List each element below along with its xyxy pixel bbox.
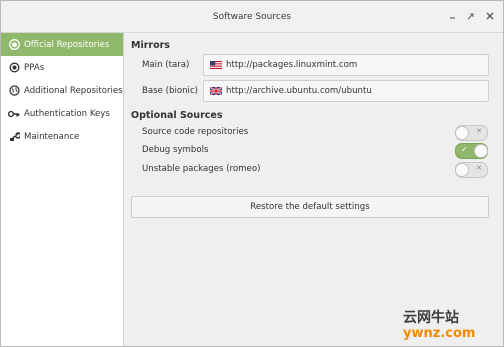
sidebar-item-label: Maintenance <box>24 131 80 142</box>
sidebar: Official Repositories PPAs Additional Re… <box>1 33 124 346</box>
sidebar-item-maintenance[interactable]: Maintenance <box>1 125 123 148</box>
toggle-knob <box>455 126 469 140</box>
sidebar-item-label: Additional Repositories <box>24 85 123 96</box>
sidebar-item-official-repositories[interactable]: Official Repositories <box>1 33 123 56</box>
sidebar-item-authentication-keys[interactable]: Authentication Keys <box>1 102 123 125</box>
title-bar[interactable]: Software Sources <box>1 1 503 33</box>
radio-icon <box>7 62 21 73</box>
mirrors-heading: Mirrors <box>131 40 170 51</box>
base-mirror-url: http://archive.ubuntu.com/ubuntu <box>226 86 372 96</box>
toggle-off-icon: ✕ <box>476 127 482 135</box>
sidebar-item-label: PPAs <box>24 62 45 73</box>
close-button[interactable] <box>484 10 496 22</box>
main-mirror-button[interactable]: http://packages.linuxmint.com <box>203 54 489 76</box>
unstable-packages-toggle[interactable]: ✕ <box>455 162 488 178</box>
software-sources-window: Software Sources Official Repositories P… <box>0 0 504 347</box>
toggle-knob <box>455 163 469 177</box>
maximize-icon <box>467 13 474 20</box>
maximize-button[interactable] <box>465 10 477 22</box>
source-code-repositories-label: Source code repositories <box>142 127 249 137</box>
debug-symbols-toggle[interactable]: ✓ <box>455 143 488 159</box>
watermark-title: 云网牛站 <box>403 310 459 326</box>
toggle-on-check-icon: ✓ <box>461 145 468 154</box>
us-flag-icon <box>210 61 222 69</box>
restore-defaults-button[interactable]: Restore the default settings <box>131 196 489 218</box>
sidebar-item-label: Official Repositories <box>24 39 110 50</box>
minimize-button[interactable] <box>447 10 459 22</box>
main-mirror-label: Main (tara) <box>142 60 190 70</box>
watermark-domain: ywnz.com <box>403 326 476 341</box>
globe-icon <box>7 85 21 96</box>
base-mirror-button[interactable]: http://archive.ubuntu.com/ubuntu <box>203 80 489 102</box>
sidebar-item-ppas[interactable]: PPAs <box>1 56 123 79</box>
sidebar-item-label: Authentication Keys <box>24 108 110 119</box>
debug-symbols-label: Debug symbols <box>142 145 209 155</box>
watermark: 云网牛站 ywnz.com <box>395 307 497 343</box>
optional-sources-heading: Optional Sources <box>131 110 223 121</box>
close-icon <box>486 12 494 20</box>
uk-flag-icon <box>210 87 222 95</box>
window-title: Software Sources <box>212 12 292 22</box>
key-icon <box>7 109 21 119</box>
toggle-off-icon: ✕ <box>476 164 482 172</box>
package-icon <box>7 39 21 50</box>
source-code-repositories-toggle[interactable]: ✕ <box>455 125 488 141</box>
unstable-packages-label: Unstable packages (romeo) <box>142 164 261 174</box>
official-repositories-panel: Mirrors Main (tara) http://packages.linu… <box>124 33 503 346</box>
sidebar-item-additional-repositories[interactable]: Additional Repositories <box>1 79 123 102</box>
minimize-icon <box>450 17 455 19</box>
wrench-icon <box>7 131 21 142</box>
toggle-knob <box>474 144 488 158</box>
base-mirror-label: Base (bionic) <box>142 86 199 96</box>
main-mirror-url: http://packages.linuxmint.com <box>226 60 358 70</box>
